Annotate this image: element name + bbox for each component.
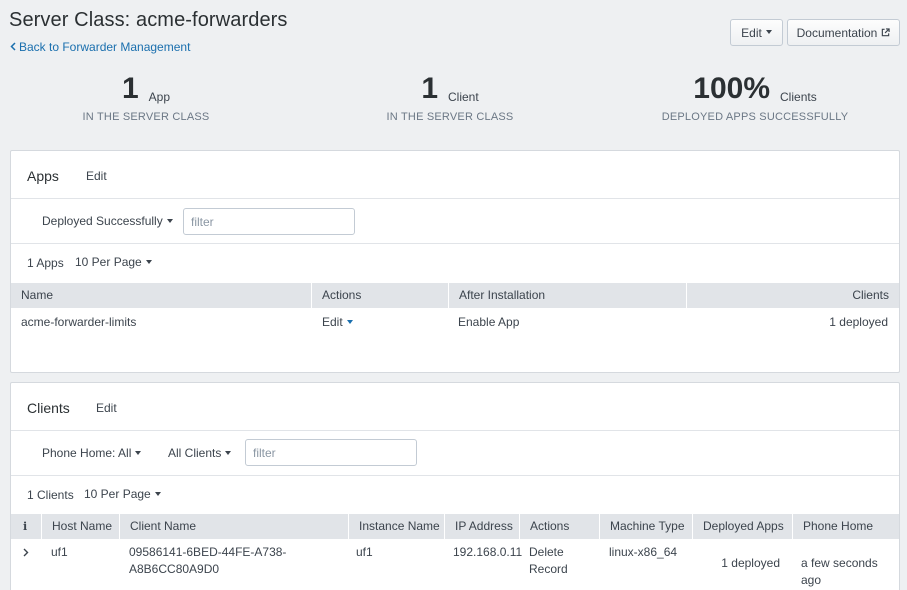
stat-deployed-value: 100%	[693, 72, 771, 105]
all-clients-dropdown-label: All Clients	[168, 446, 222, 460]
clients-panel-title: Clients	[27, 400, 70, 416]
back-link-label: Back to Forwarder Management	[19, 40, 191, 54]
info-icon: i	[23, 520, 28, 533]
stat-apps-unit: App	[148, 90, 171, 104]
chevron-left-icon	[10, 42, 16, 51]
client-name: 09586141-6BED-44FE-A738-A8B6CC80A9D0	[129, 545, 287, 576]
col-actions: Actions	[519, 514, 599, 539]
page-title: Server Class: acme-forwarders	[9, 9, 288, 31]
edit-button[interactable]: Edit	[730, 19, 783, 46]
apps-count: 1 Apps	[27, 256, 64, 270]
col-clients[interactable]: Clients	[686, 283, 899, 308]
back-link[interactable]: Back to Forwarder Management	[10, 40, 190, 54]
chevron-right-icon[interactable]	[23, 548, 29, 557]
app-clients-deployed: 1 deployed	[829, 315, 888, 329]
caret-down-icon	[225, 450, 232, 455]
caret-down-icon	[166, 218, 173, 223]
stat-clients-value: 1	[421, 72, 438, 105]
stat-deployed: 100% Clients DEPLOYED APPS SUCCESSFULLY	[605, 72, 905, 123]
col-name[interactable]: Name	[11, 283, 311, 308]
col-phone-home[interactable]: Phone Home	[792, 514, 899, 539]
app-after-installation: Enable App	[458, 315, 520, 329]
apps-panel: Apps Edit Deployed Successfully 1 Apps 1…	[10, 150, 900, 373]
apps-panel-title: Apps	[27, 168, 59, 184]
divider	[11, 475, 899, 476]
client-machine-type: linux-x86_64	[609, 545, 678, 559]
stat-deployed-label: DEPLOYED APPS SUCCESSFULLY	[661, 111, 849, 123]
caret-down-icon	[135, 450, 142, 455]
col-after-installation[interactable]: After Installation	[448, 283, 686, 308]
client-ip-address: 192.168.0.11	[453, 545, 523, 559]
apps-table-header: Name Actions After Installation Clients	[11, 283, 899, 308]
clients-panel: Clients Edit Phone Home: All All Clients…	[10, 382, 900, 590]
col-actions: Actions	[311, 283, 448, 308]
stat-apps-value: 1	[121, 72, 139, 105]
documentation-button-label: Documentation	[796, 25, 878, 40]
client-instance-name: uf1	[356, 545, 373, 559]
documentation-button[interactable]: Documentation	[787, 19, 900, 46]
app-edit-action-label: Edit	[322, 315, 343, 329]
edit-button-label: Edit	[741, 25, 762, 40]
divider	[11, 198, 899, 199]
apps-status-dropdown[interactable]: Deployed Successfully	[42, 214, 173, 228]
apps-edit-link[interactable]: Edit	[86, 169, 107, 183]
all-clients-dropdown[interactable]: All Clients	[168, 446, 232, 460]
app-edit-action[interactable]: Edit	[322, 315, 353, 329]
clients-table-header: i Host Name Client Name Instance Name IP…	[11, 514, 899, 539]
client-host-name: uf1	[51, 545, 68, 559]
clients-per-page-label: 10 Per Page	[84, 487, 151, 501]
col-ip-address[interactable]: IP Address	[444, 514, 519, 539]
divider	[11, 430, 899, 431]
col-machine-type[interactable]: Machine Type	[599, 514, 692, 539]
caret-down-icon	[145, 259, 152, 264]
client-phone-home: a few seconds ago	[801, 556, 878, 587]
clients-count: 1 Clients	[27, 488, 74, 502]
apps-per-page-dropdown[interactable]: 10 Per Page	[75, 255, 152, 269]
apps-status-dropdown-label: Deployed Successfully	[42, 214, 163, 228]
stat-apps-label: IN THE SERVER CLASS	[82, 111, 210, 123]
clients-filter-input[interactable]	[245, 439, 417, 466]
delete-record-link[interactable]: Delete Record	[529, 544, 581, 578]
stat-deployed-unit: Clients	[780, 90, 817, 104]
caret-down-icon	[765, 29, 772, 34]
external-link-icon	[882, 28, 891, 37]
phone-home-dropdown[interactable]: Phone Home: All	[42, 446, 142, 460]
caret-down-icon	[154, 491, 161, 496]
apps-per-page-label: 10 Per Page	[75, 255, 142, 269]
col-deployed-apps[interactable]: Deployed Apps	[692, 514, 792, 539]
phone-home-dropdown-label: Phone Home: All	[42, 446, 132, 460]
divider	[11, 243, 899, 244]
col-client-name[interactable]: Client Name	[119, 514, 348, 539]
stat-clients-unit: Client	[448, 90, 479, 104]
clients-per-page-dropdown[interactable]: 10 Per Page	[84, 487, 161, 501]
stat-apps: 1 App IN THE SERVER CLASS	[0, 72, 296, 123]
stat-clients: 1 Client IN THE SERVER CLASS	[300, 72, 600, 123]
caret-down-icon	[346, 319, 353, 324]
col-instance-name[interactable]: Instance Name	[348, 514, 444, 539]
apps-filter-input[interactable]	[183, 208, 355, 235]
clients-edit-link[interactable]: Edit	[96, 401, 117, 415]
client-deployed-apps: 1 deployed	[721, 556, 780, 570]
col-host-name[interactable]: Host Name	[41, 514, 119, 539]
stat-clients-label: IN THE SERVER CLASS	[386, 111, 514, 123]
app-name-link[interactable]: acme-forwarder-limits	[21, 315, 136, 329]
